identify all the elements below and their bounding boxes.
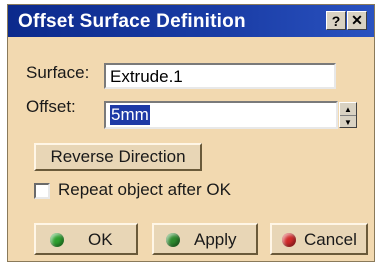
- apply-label: Apply: [194, 230, 237, 249]
- apply-button[interactable]: Apply: [152, 223, 258, 255]
- spin-down-icon[interactable]: ▼: [340, 115, 356, 128]
- offset-surface-dialog: Offset Surface Definition ? ✕ Surface: E…: [7, 4, 375, 262]
- offset-label: Offset:: [26, 97, 76, 116]
- reverse-direction-label: Reverse Direction: [50, 147, 186, 166]
- ok-status-icon: [50, 233, 64, 247]
- apply-status-icon: [166, 233, 180, 247]
- surface-value: Extrude.1: [110, 67, 183, 86]
- reverse-direction-button[interactable]: Reverse Direction: [34, 143, 202, 171]
- surface-label: Surface:: [26, 63, 90, 82]
- offset-spinner[interactable]: ▲ ▼: [339, 102, 357, 128]
- repeat-checkbox[interactable]: [34, 183, 50, 199]
- close-button[interactable]: ✕: [347, 11, 367, 30]
- close-icon: ✕: [351, 12, 363, 28]
- title-bar[interactable]: Offset Surface Definition ? ✕: [8, 5, 374, 37]
- cancel-status-icon: [282, 233, 296, 247]
- cancel-label: Cancel: [304, 230, 357, 249]
- dialog-title: Offset Surface Definition: [18, 11, 246, 32]
- surface-field[interactable]: Extrude.1: [104, 63, 336, 89]
- spin-up-icon[interactable]: ▲: [340, 103, 356, 115]
- repeat-label: Repeat object after OK: [58, 180, 231, 199]
- offset-input[interactable]: 5mm: [104, 101, 338, 129]
- ok-label: OK: [88, 230, 113, 249]
- offset-value: 5mm: [110, 105, 150, 125]
- help-icon: ?: [331, 12, 341, 29]
- cancel-button[interactable]: Cancel: [270, 223, 368, 255]
- ok-button[interactable]: OK: [34, 223, 138, 255]
- help-button[interactable]: ?: [326, 11, 346, 30]
